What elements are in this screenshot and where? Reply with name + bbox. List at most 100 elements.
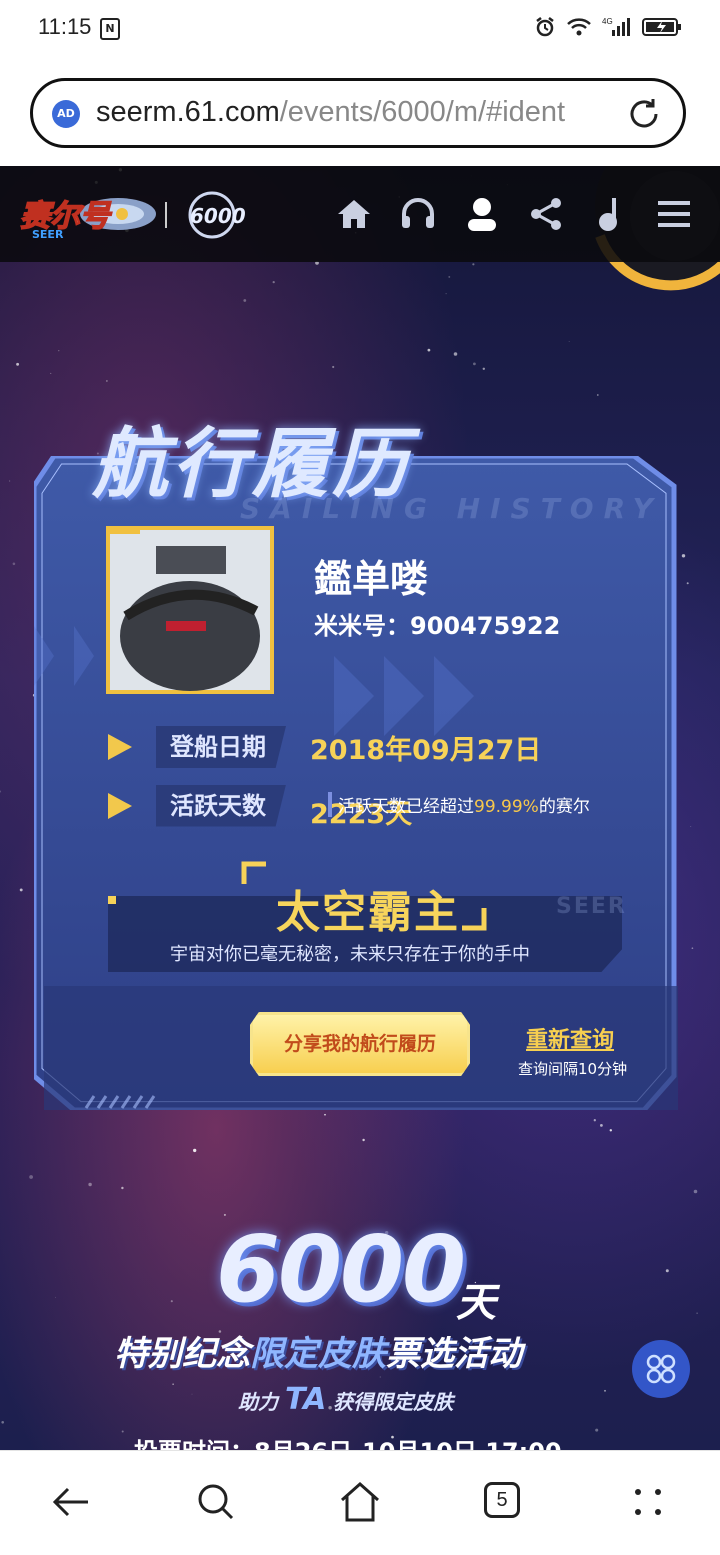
promo-subline: 助力 TA 获得限定皮肤 bbox=[238, 1382, 453, 1417]
star bbox=[50, 372, 52, 374]
star bbox=[691, 947, 694, 950]
star bbox=[191, 1393, 193, 1395]
url-path: /events/6000/m/#ident bbox=[279, 96, 566, 128]
mimi-id-value: 900475922 bbox=[410, 612, 561, 640]
star bbox=[696, 1312, 698, 1314]
star bbox=[448, 275, 451, 278]
star bbox=[58, 350, 60, 352]
home-icon[interactable] bbox=[334, 194, 374, 234]
requery-link[interactable]: 重新查询 bbox=[526, 1022, 614, 1054]
star bbox=[593, 1119, 596, 1122]
row-label: 活跃天数 bbox=[156, 784, 286, 827]
status-icons: 4G bbox=[534, 16, 682, 38]
back-icon[interactable] bbox=[48, 1478, 96, 1526]
rank-description: 宇宙对你已毫无秘密，未来只存在于你的手中 bbox=[170, 944, 530, 965]
query-interval-note: 查询间隔10分钟 bbox=[518, 1060, 628, 1078]
star bbox=[121, 1186, 124, 1190]
star bbox=[324, 1113, 326, 1116]
avatar bbox=[106, 526, 274, 694]
promo-sub-a: 助力 bbox=[238, 1390, 278, 1414]
rank-dot bbox=[108, 896, 116, 904]
promo-headline-highlight: 限定皮肤 bbox=[250, 1334, 386, 1374]
reload-icon[interactable] bbox=[626, 96, 662, 132]
music-icon[interactable] bbox=[590, 194, 630, 234]
promo-headline-b: 票选活动 bbox=[386, 1334, 522, 1374]
note-percent: 99.99% bbox=[474, 797, 539, 817]
star bbox=[600, 1124, 603, 1127]
promo-sub-ta: TA bbox=[284, 1382, 327, 1417]
svg-text:SEER: SEER bbox=[32, 228, 64, 241]
promo-sub-b: 获得限定皮肤 bbox=[333, 1390, 454, 1414]
grid-icon bbox=[646, 1354, 676, 1384]
star bbox=[453, 352, 458, 356]
url-host: seerm.61.com bbox=[96, 96, 280, 128]
search-icon[interactable] bbox=[192, 1478, 240, 1526]
more-icon[interactable] bbox=[624, 1478, 672, 1526]
star bbox=[55, 1296, 57, 1298]
star bbox=[609, 1129, 613, 1132]
star bbox=[12, 562, 16, 566]
status-time: 11:15 bbox=[38, 14, 92, 39]
star bbox=[693, 1189, 698, 1194]
star bbox=[445, 293, 447, 295]
play-arrow-icon bbox=[108, 734, 132, 760]
row-label: 登船日期 bbox=[156, 726, 286, 768]
vote-time: 投票时间：8月26日-10月10日 17:00 bbox=[134, 1432, 562, 1450]
star bbox=[1, 1421, 4, 1424]
logo-divider bbox=[165, 202, 167, 228]
site-nav-icons bbox=[334, 194, 694, 234]
row-boarding-date: 登船日期 2018年09月27日 bbox=[108, 726, 541, 768]
card-subtitle: SAILING HISTORY bbox=[240, 492, 663, 525]
svg-text:4G: 4G bbox=[602, 17, 613, 26]
headphones-icon[interactable] bbox=[398, 194, 438, 234]
alarm-icon bbox=[536, 17, 554, 37]
user-icon[interactable] bbox=[462, 194, 502, 234]
username: 鑑单喽 bbox=[314, 557, 429, 601]
star bbox=[362, 1138, 365, 1142]
star bbox=[106, 380, 108, 382]
mimi-id: 米米号：900475922 bbox=[314, 606, 560, 641]
url-text[interactable]: seerm.61.com/events/6000/m/#ident bbox=[96, 96, 565, 129]
star bbox=[568, 340, 570, 343]
6000-logo: 6000 bbox=[188, 191, 246, 239]
star bbox=[170, 1300, 173, 1303]
share-icon[interactable] bbox=[526, 194, 566, 234]
nfc-icon: N bbox=[100, 18, 120, 40]
web-page: 赛尔号 SEER 6000 航行履历 SAILING HISTORY 鑑单喽 米… bbox=[0, 166, 720, 1450]
star bbox=[482, 367, 485, 370]
star bbox=[332, 365, 335, 369]
mimi-id-label: 米米号： bbox=[314, 612, 410, 640]
wifi-icon bbox=[567, 18, 591, 36]
ad-badge-icon[interactable]: AD bbox=[52, 100, 80, 128]
star bbox=[121, 1430, 124, 1433]
svg-text:6000: 6000 bbox=[190, 204, 246, 228]
home-nav-icon[interactable] bbox=[336, 1478, 384, 1526]
star bbox=[29, 1175, 33, 1179]
star bbox=[596, 394, 599, 396]
star bbox=[604, 1389, 606, 1392]
star bbox=[379, 1376, 381, 1378]
tabs-button[interactable]: 5 bbox=[484, 1482, 520, 1518]
battery-icon bbox=[642, 18, 681, 36]
rank-title: 太空霸主 bbox=[276, 887, 460, 938]
star bbox=[19, 888, 23, 892]
star bbox=[665, 1269, 669, 1273]
star bbox=[172, 1383, 174, 1385]
note-suffix: 的赛尔 bbox=[538, 797, 590, 817]
floating-menu-button[interactable] bbox=[632, 1340, 690, 1398]
note-prefix: 活跃天数已经超过 bbox=[338, 797, 474, 817]
play-arrow-icon bbox=[108, 792, 132, 819]
star bbox=[272, 280, 275, 284]
promo-headline: 特别纪念限定皮肤票选活动 bbox=[114, 1326, 522, 1375]
seer-logo[interactable]: 赛尔号 SEER bbox=[18, 186, 158, 242]
active-percentile-note: 活跃天数已经超过99.99%的赛尔 bbox=[328, 792, 590, 817]
share-history-button[interactable]: 分享我的航行履历 bbox=[250, 1012, 470, 1076]
star bbox=[88, 1182, 92, 1187]
star bbox=[427, 348, 431, 352]
row-value: 2018年09月27日 bbox=[310, 734, 542, 766]
star bbox=[9, 480, 11, 482]
signal-4g-icon: 4G bbox=[602, 17, 630, 36]
menu-icon[interactable] bbox=[654, 194, 694, 234]
promo-6000: 6000 bbox=[216, 1216, 466, 1323]
star bbox=[16, 362, 20, 366]
